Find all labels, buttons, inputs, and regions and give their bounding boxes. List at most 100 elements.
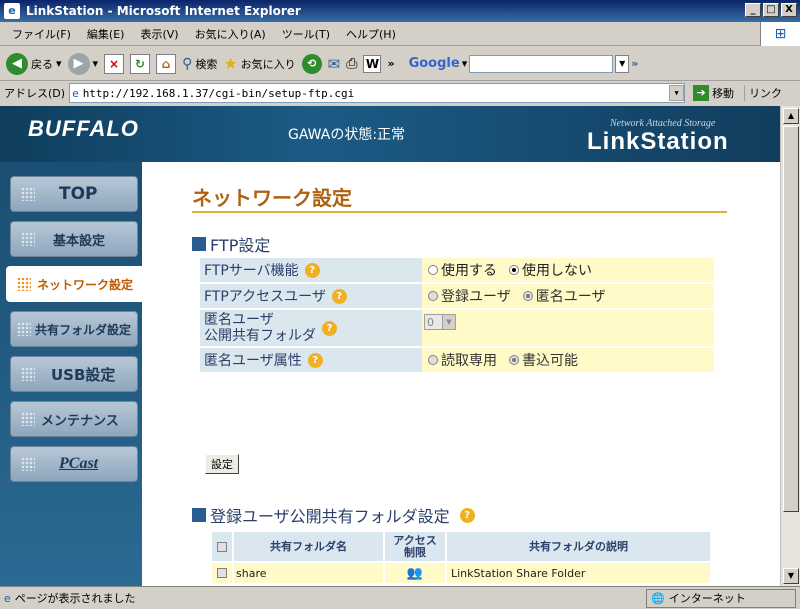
menu-bar: ファイル(F) 編集(E) 表示(V) お気に入り(A) ツール(T) ヘルプ(…	[0, 22, 800, 46]
vertical-scrollbar[interactable]: ▲ ▼	[780, 106, 800, 586]
nav-label: ネットワーク設定	[37, 277, 134, 292]
help-icon[interactable]: ?	[322, 320, 337, 336]
anonymous-attr-options: 読取専用 書込可能	[422, 348, 714, 372]
nav-basic-settings[interactable]: 基本設定	[10, 221, 138, 257]
nav-top[interactable]: TOP	[10, 176, 138, 212]
section-marker-icon	[192, 237, 206, 251]
home-icon[interactable]: ⌂	[156, 53, 177, 74]
ftp-server-label-text: FTPサーバ機能	[204, 263, 299, 279]
address-bar: アドレス(D) e http://192.168.1.37/cgi-bin/se…	[0, 81, 800, 105]
search-label: 検索	[195, 57, 218, 71]
row-checkbox[interactable]	[212, 563, 232, 583]
scroll-thumb[interactable]	[783, 126, 799, 512]
history-icon[interactable]: ⟲	[301, 53, 322, 74]
links-button[interactable]: リンク	[744, 85, 782, 101]
go-arrow-icon: ➔	[693, 85, 710, 101]
address-input[interactable]: e http://192.168.1.37/cgi-bin/setup-ftp.…	[69, 83, 686, 103]
forward-button[interactable]: ▶ ▾	[67, 52, 98, 75]
anonymous-user-radio[interactable]: 匿名ユーザ	[522, 286, 605, 306]
google-toolbar: Google ▾ ▼ »	[409, 54, 638, 73]
edit-icon[interactable]: W	[363, 54, 382, 73]
expand-toolbar-icon[interactable]: »	[631, 57, 638, 70]
back-button[interactable]: ◀ 戻る ▾	[6, 52, 62, 75]
ftp-disable-radio[interactable]: 使用しない	[509, 260, 592, 280]
more-tools-button[interactable]: »	[387, 57, 394, 70]
chevron-down-icon[interactable]: ▾	[462, 57, 468, 70]
anonymous-folder-label-text: 匿名ユーザ 公開共有フォルダ	[204, 312, 316, 344]
address-label: アドレス(D)	[4, 87, 66, 100]
checkbox-icon	[217, 568, 227, 578]
stop-icon[interactable]: ×	[104, 53, 125, 74]
nav-usb-settings[interactable]: USB設定	[10, 356, 138, 392]
grip-icon	[21, 367, 35, 381]
writable-radio[interactable]: 書込可能	[509, 350, 578, 370]
scroll-down-icon[interactable]: ▼	[783, 568, 799, 584]
star-icon: ★	[223, 54, 238, 73]
back-label: 戻る	[31, 57, 53, 71]
search-button[interactable]: ⚲ 検索	[182, 56, 217, 72]
favorites-button[interactable]: ★ お気に入り	[223, 54, 295, 73]
title-underline	[192, 211, 727, 213]
grip-icon	[21, 232, 35, 246]
search-icon: ⚲	[182, 55, 193, 72]
anonymous-folder-select[interactable]: 0 ▼	[424, 314, 456, 330]
minimize-button[interactable]: _	[745, 3, 761, 17]
table-header: 共有フォルダ名 アクセス 制限 共有フォルダの説明	[212, 532, 710, 561]
radio-off-icon	[428, 265, 438, 275]
ftp-server-row: FTPサーバ機能? 使用する 使用しない	[200, 258, 714, 282]
maximize-button[interactable]: □	[763, 3, 779, 17]
globe-icon: 🌐	[651, 591, 665, 605]
nav-maintenance[interactable]: メンテナンス	[10, 401, 138, 437]
help-icon[interactable]: ?	[331, 288, 347, 304]
forward-arrow-icon: ▶	[67, 52, 90, 75]
select-all-checkbox[interactable]	[212, 532, 232, 561]
menu-help[interactable]: ヘルプ(H)	[338, 26, 404, 42]
registered-user-radio[interactable]: 登録ユーザ	[428, 286, 511, 306]
address-dropdown-icon[interactable]: ▼	[669, 85, 685, 101]
back-arrow-icon: ◀	[6, 52, 28, 75]
menu-file[interactable]: ファイル(F)	[4, 26, 79, 42]
checkbox-icon	[217, 541, 227, 552]
menu-tools[interactable]: ツール(T)	[274, 26, 338, 42]
menu-favorites[interactable]: お気に入り(A)	[187, 26, 274, 42]
menu-edit[interactable]: 編集(E)	[79, 26, 133, 42]
col-access-text: アクセス 制限	[393, 534, 436, 559]
product-logo: LinkStation	[587, 128, 729, 155]
help-icon[interactable]: ?	[304, 262, 320, 278]
read-only-radio[interactable]: 読取専用	[428, 350, 497, 370]
grip-icon	[17, 277, 31, 291]
shared-section-heading: 登録ユーザ公開共有フォルダ設定 ?	[192, 503, 475, 527]
help-icon[interactable]: ?	[307, 352, 323, 368]
toolbar: ◀ 戻る ▾ ▶ ▾ × ↻ ⌂ ⚲ 検索 ★ お気に入り ⟲ ✉ ⎙ W » Go…	[0, 47, 800, 81]
users-icon[interactable]: 👥	[407, 566, 423, 581]
title-bar: e LinkStation - Microsoft Internet Explo…	[0, 0, 800, 22]
mail-icon[interactable]: ✉	[328, 55, 341, 73]
anonymous-attr-label: 匿名ユーザ属性?	[200, 348, 422, 372]
table-row: share 👥 LinkStation Share Folder	[212, 563, 710, 583]
google-dropdown-icon[interactable]: ▼	[615, 54, 630, 73]
registered-user-label: 登録ユーザ	[441, 289, 511, 305]
sidebar: TOP 基本設定 ネットワーク設定 共有フォルダ設定 USB設定 メンテナンス …	[0, 162, 142, 586]
ftp-settings-table: FTPサーバ機能? 使用する 使用しない FTPアクセスユーザ? 登録ユーザ 匿…	[200, 258, 714, 374]
ftp-submit-button[interactable]: 設定	[205, 454, 239, 474]
nav-label: USB設定	[51, 365, 116, 384]
nav-pcast[interactable]: PCast	[10, 446, 138, 482]
nav-label: メンテナンス	[41, 413, 119, 429]
refresh-icon[interactable]: ↻	[130, 53, 151, 74]
ftp-server-options: 使用する 使用しない	[422, 258, 714, 282]
go-button[interactable]: ➔ 移動	[693, 85, 734, 101]
help-icon[interactable]: ?	[459, 507, 475, 523]
label-line: 匿名ユーザ	[204, 312, 274, 328]
scroll-up-icon[interactable]: ▲	[783, 108, 799, 124]
menu-view[interactable]: 表示(V)	[132, 26, 186, 42]
google-search-input[interactable]	[469, 54, 614, 73]
radio-on-icon	[509, 265, 519, 275]
print-icon[interactable]: ⎙	[346, 56, 357, 72]
select-value: 0	[427, 315, 434, 329]
nav-network-settings[interactable]: ネットワーク設定	[6, 266, 142, 302]
ftp-enable-radio[interactable]: 使用する	[428, 260, 497, 280]
ie-icon: e	[4, 3, 20, 19]
radio-on-icon	[509, 355, 519, 365]
close-button[interactable]: X	[781, 3, 797, 17]
nav-shared-folder-settings[interactable]: 共有フォルダ設定	[10, 311, 138, 347]
